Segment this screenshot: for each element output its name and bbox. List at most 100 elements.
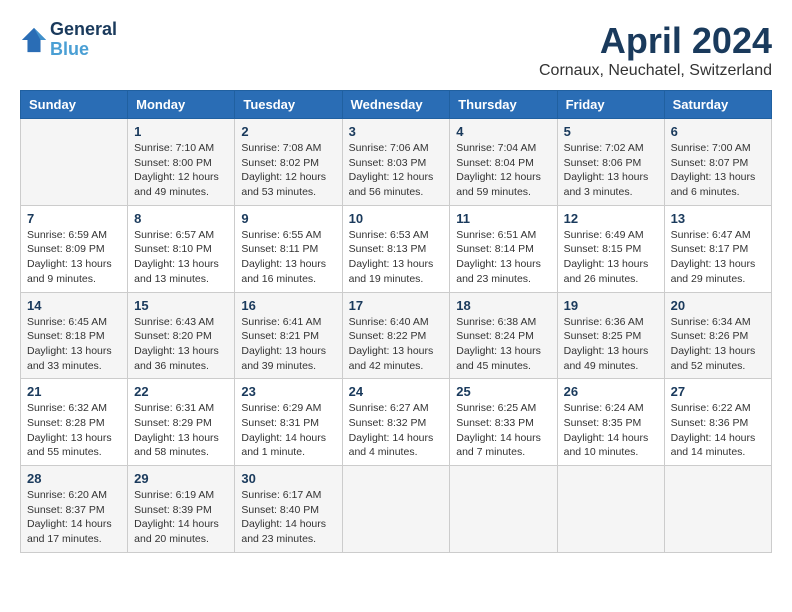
day-info: Sunrise: 6:53 AMSunset: 8:13 PMDaylight:… <box>349 228 444 287</box>
day-number: 9 <box>241 211 335 226</box>
cell-1-4: 11 Sunrise: 6:51 AMSunset: 8:14 PMDaylig… <box>450 205 557 292</box>
day-info: Sunrise: 7:08 AMSunset: 8:02 PMDaylight:… <box>241 141 335 200</box>
cell-3-6: 27 Sunrise: 6:22 AMSunset: 8:36 PMDaylig… <box>664 379 771 466</box>
week-row-4: 28 Sunrise: 6:20 AMSunset: 8:37 PMDaylig… <box>21 466 772 553</box>
cell-4-4 <box>450 466 557 553</box>
calendar-table: Sunday Monday Tuesday Wednesday Thursday… <box>20 90 772 553</box>
day-info: Sunrise: 6:55 AMSunset: 8:11 PMDaylight:… <box>241 228 335 287</box>
header-tuesday: Tuesday <box>235 91 342 119</box>
day-number: 6 <box>671 124 765 139</box>
cell-4-1: 29 Sunrise: 6:19 AMSunset: 8:39 PMDaylig… <box>128 466 235 553</box>
day-info: Sunrise: 6:24 AMSunset: 8:35 PMDaylight:… <box>564 401 658 460</box>
day-number: 17 <box>349 298 444 313</box>
calendar-header-row: Sunday Monday Tuesday Wednesday Thursday… <box>21 91 772 119</box>
day-number: 5 <box>564 124 658 139</box>
logo-line2: Blue <box>50 40 117 60</box>
day-info: Sunrise: 6:27 AMSunset: 8:32 PMDaylight:… <box>349 401 444 460</box>
cell-3-2: 23 Sunrise: 6:29 AMSunset: 8:31 PMDaylig… <box>235 379 342 466</box>
day-number: 15 <box>134 298 228 313</box>
day-info: Sunrise: 6:40 AMSunset: 8:22 PMDaylight:… <box>349 315 444 374</box>
cell-1-5: 12 Sunrise: 6:49 AMSunset: 8:15 PMDaylig… <box>557 205 664 292</box>
day-info: Sunrise: 7:02 AMSunset: 8:06 PMDaylight:… <box>564 141 658 200</box>
day-number: 11 <box>456 211 550 226</box>
page-header: General Blue April 2024 Cornaux, Neuchat… <box>20 20 772 80</box>
cell-4-2: 30 Sunrise: 6:17 AMSunset: 8:40 PMDaylig… <box>235 466 342 553</box>
cell-4-6 <box>664 466 771 553</box>
day-info: Sunrise: 6:47 AMSunset: 8:17 PMDaylight:… <box>671 228 765 287</box>
day-info: Sunrise: 6:45 AMSunset: 8:18 PMDaylight:… <box>27 315 121 374</box>
day-info: Sunrise: 6:36 AMSunset: 8:25 PMDaylight:… <box>564 315 658 374</box>
day-number: 2 <box>241 124 335 139</box>
day-number: 8 <box>134 211 228 226</box>
cell-0-2: 2 Sunrise: 7:08 AMSunset: 8:02 PMDayligh… <box>235 119 342 206</box>
week-row-1: 7 Sunrise: 6:59 AMSunset: 8:09 PMDayligh… <box>21 205 772 292</box>
day-number: 25 <box>456 384 550 399</box>
day-number: 26 <box>564 384 658 399</box>
cell-2-2: 16 Sunrise: 6:41 AMSunset: 8:21 PMDaylig… <box>235 292 342 379</box>
day-number: 1 <box>134 124 228 139</box>
day-info: Sunrise: 7:04 AMSunset: 8:04 PMDaylight:… <box>456 141 550 200</box>
day-number: 18 <box>456 298 550 313</box>
day-info: Sunrise: 7:06 AMSunset: 8:03 PMDaylight:… <box>349 141 444 200</box>
day-number: 28 <box>27 471 121 486</box>
day-info: Sunrise: 6:22 AMSunset: 8:36 PMDaylight:… <box>671 401 765 460</box>
day-info: Sunrise: 6:38 AMSunset: 8:24 PMDaylight:… <box>456 315 550 374</box>
cell-1-0: 7 Sunrise: 6:59 AMSunset: 8:09 PMDayligh… <box>21 205 128 292</box>
cell-3-5: 26 Sunrise: 6:24 AMSunset: 8:35 PMDaylig… <box>557 379 664 466</box>
cell-1-3: 10 Sunrise: 6:53 AMSunset: 8:13 PMDaylig… <box>342 205 450 292</box>
day-number: 19 <box>564 298 658 313</box>
cell-3-4: 25 Sunrise: 6:25 AMSunset: 8:33 PMDaylig… <box>450 379 557 466</box>
header-sunday: Sunday <box>21 91 128 119</box>
cell-1-2: 9 Sunrise: 6:55 AMSunset: 8:11 PMDayligh… <box>235 205 342 292</box>
day-number: 10 <box>349 211 444 226</box>
cell-3-0: 21 Sunrise: 6:32 AMSunset: 8:28 PMDaylig… <box>21 379 128 466</box>
week-row-0: 1 Sunrise: 7:10 AMSunset: 8:00 PMDayligh… <box>21 119 772 206</box>
cell-2-1: 15 Sunrise: 6:43 AMSunset: 8:20 PMDaylig… <box>128 292 235 379</box>
cell-2-3: 17 Sunrise: 6:40 AMSunset: 8:22 PMDaylig… <box>342 292 450 379</box>
day-info: Sunrise: 6:25 AMSunset: 8:33 PMDaylight:… <box>456 401 550 460</box>
day-info: Sunrise: 6:57 AMSunset: 8:10 PMDaylight:… <box>134 228 228 287</box>
header-wednesday: Wednesday <box>342 91 450 119</box>
header-friday: Friday <box>557 91 664 119</box>
cell-0-4: 4 Sunrise: 7:04 AMSunset: 8:04 PMDayligh… <box>450 119 557 206</box>
cell-0-0 <box>21 119 128 206</box>
day-number: 27 <box>671 384 765 399</box>
day-number: 7 <box>27 211 121 226</box>
day-info: Sunrise: 6:41 AMSunset: 8:21 PMDaylight:… <box>241 315 335 374</box>
cell-0-1: 1 Sunrise: 7:10 AMSunset: 8:00 PMDayligh… <box>128 119 235 206</box>
cell-3-1: 22 Sunrise: 6:31 AMSunset: 8:29 PMDaylig… <box>128 379 235 466</box>
logo: General Blue <box>20 20 117 60</box>
cell-2-4: 18 Sunrise: 6:38 AMSunset: 8:24 PMDaylig… <box>450 292 557 379</box>
header-monday: Monday <box>128 91 235 119</box>
header-saturday: Saturday <box>664 91 771 119</box>
day-info: Sunrise: 6:34 AMSunset: 8:26 PMDaylight:… <box>671 315 765 374</box>
day-number: 22 <box>134 384 228 399</box>
day-info: Sunrise: 6:32 AMSunset: 8:28 PMDaylight:… <box>27 401 121 460</box>
cell-4-5 <box>557 466 664 553</box>
logo-icon <box>20 26 48 54</box>
day-info: Sunrise: 6:29 AMSunset: 8:31 PMDaylight:… <box>241 401 335 460</box>
day-info: Sunrise: 6:17 AMSunset: 8:40 PMDaylight:… <box>241 488 335 547</box>
week-row-2: 14 Sunrise: 6:45 AMSunset: 8:18 PMDaylig… <box>21 292 772 379</box>
day-number: 12 <box>564 211 658 226</box>
day-number: 24 <box>349 384 444 399</box>
logo-line1: General <box>50 20 117 40</box>
day-number: 4 <box>456 124 550 139</box>
cell-4-3 <box>342 466 450 553</box>
month-title: April 2024 <box>539 20 772 62</box>
day-info: Sunrise: 6:59 AMSunset: 8:09 PMDaylight:… <box>27 228 121 287</box>
cell-0-6: 6 Sunrise: 7:00 AMSunset: 8:07 PMDayligh… <box>664 119 771 206</box>
day-number: 29 <box>134 471 228 486</box>
day-number: 23 <box>241 384 335 399</box>
day-number: 21 <box>27 384 121 399</box>
day-number: 13 <box>671 211 765 226</box>
header-thursday: Thursday <box>450 91 557 119</box>
location: Cornaux, Neuchatel, Switzerland <box>539 62 772 80</box>
day-number: 14 <box>27 298 121 313</box>
week-row-3: 21 Sunrise: 6:32 AMSunset: 8:28 PMDaylig… <box>21 379 772 466</box>
day-info: Sunrise: 6:49 AMSunset: 8:15 PMDaylight:… <box>564 228 658 287</box>
cell-2-5: 19 Sunrise: 6:36 AMSunset: 8:25 PMDaylig… <box>557 292 664 379</box>
day-number: 30 <box>241 471 335 486</box>
title-area: April 2024 Cornaux, Neuchatel, Switzerla… <box>539 20 772 80</box>
cell-4-0: 28 Sunrise: 6:20 AMSunset: 8:37 PMDaylig… <box>21 466 128 553</box>
